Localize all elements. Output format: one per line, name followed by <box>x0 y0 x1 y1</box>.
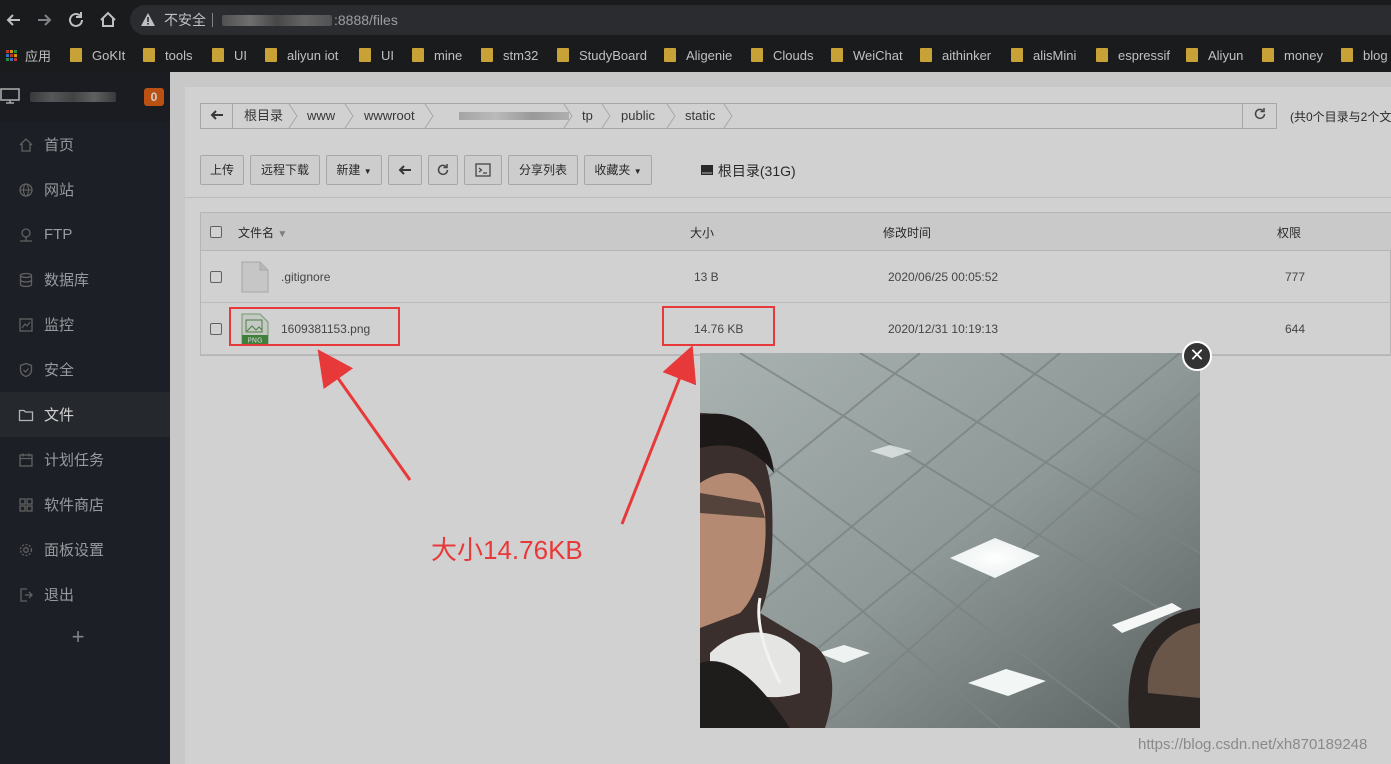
close-preview-button[interactable]: ✕ <box>1182 341 1212 371</box>
watermark: https://blog.csdn.net/xh870189248 <box>1138 736 1368 753</box>
image-preview <box>700 353 1200 728</box>
preview-photo <box>700 353 1200 728</box>
annotation-arrow-left <box>317 349 412 481</box>
annotation-arrow-right <box>620 345 697 525</box>
annotation-text: 大小14.76KB <box>431 535 583 565</box>
